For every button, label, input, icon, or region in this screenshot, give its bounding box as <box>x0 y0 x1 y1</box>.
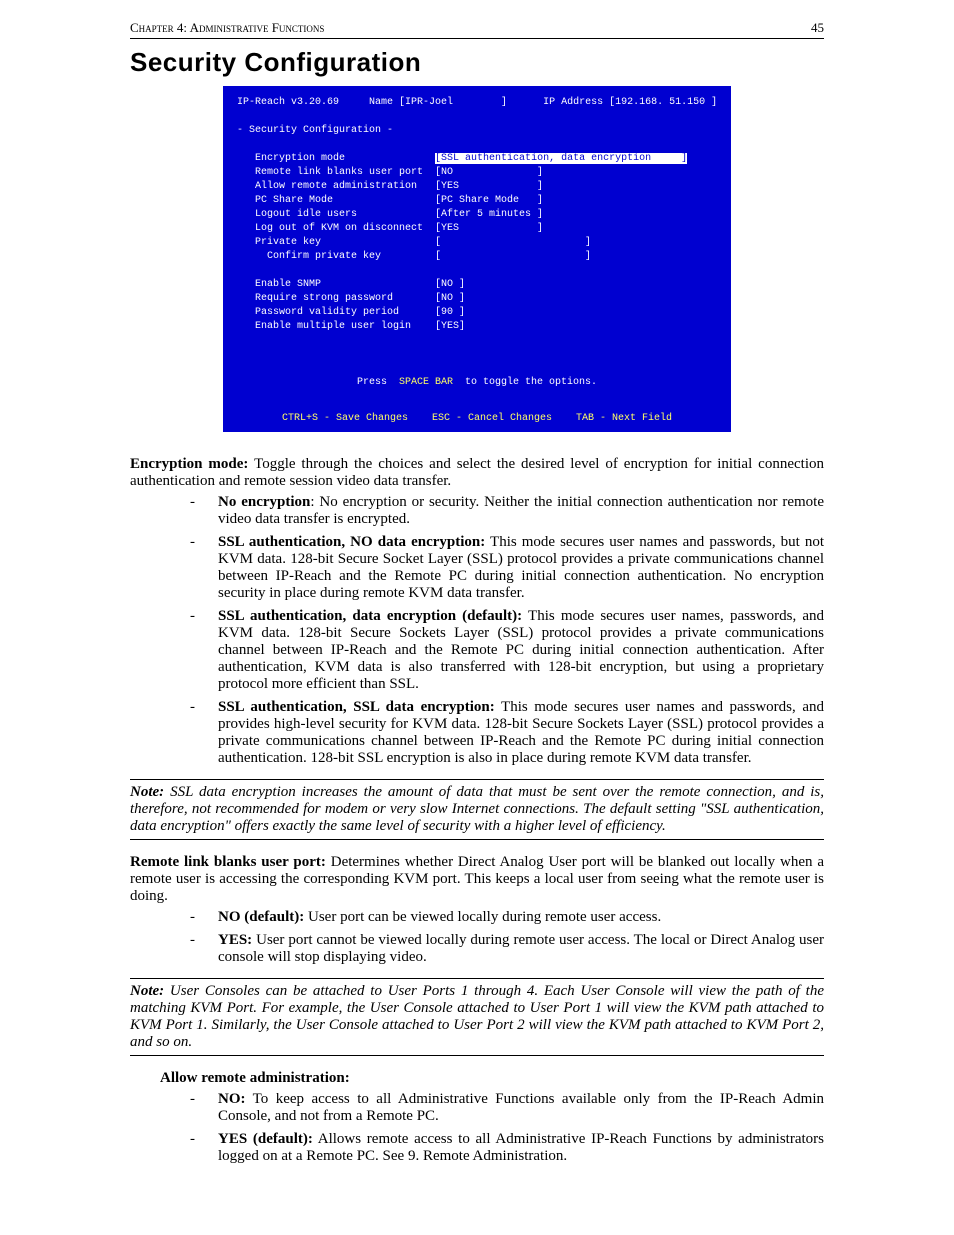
section-title: Security Configuration <box>130 47 824 78</box>
list-item: SSL authentication, NO data encryption: … <box>190 534 824 602</box>
encryption-mode-lead: Encryption mode: Toggle through the choi… <box>130 456 824 490</box>
encryption-mode-list: No encryption: No encryption or security… <box>130 494 824 767</box>
list-item: No encryption: No encryption or security… <box>190 494 824 528</box>
list-item-label: SSL authentication, data encryption (def… <box>218 608 522 624</box>
remote-link-label: Remote link blanks user port: <box>130 854 326 870</box>
note-text: SSL data encryption increases the amount… <box>130 784 824 834</box>
terminal-screenshot: IP-Reach v3.20.69 Name [IPR-Joel ] IP Ad… <box>223 86 731 432</box>
list-item-label: No encryption <box>218 494 310 510</box>
allow-remote-list: NO: To keep access to all Administrative… <box>130 1091 824 1165</box>
remote-link-list: NO (default): User port can be viewed lo… <box>130 909 824 966</box>
page-header: Chapter 4: Administrative Functions 45 <box>130 20 824 39</box>
list-item: YES: User port cannot be viewed locally … <box>190 932 824 966</box>
note-text: User Consoles can be attached to User Po… <box>130 983 824 1050</box>
note-label: Note: <box>130 784 164 800</box>
allow-remote-label: Allow remote administration: <box>160 1070 350 1086</box>
list-item-text: User port cannot be viewed locally durin… <box>218 932 824 965</box>
list-item: SSL authentication, data encryption (def… <box>190 608 824 693</box>
list-item-label: NO (default): <box>218 909 304 925</box>
list-item-text: To keep access to all Administrative Fun… <box>218 1091 824 1124</box>
list-item-label: YES (default): <box>218 1131 313 1147</box>
list-item-label: YES: <box>218 932 252 948</box>
remote-link-lead: Remote link blanks user port: Determines… <box>130 854 824 905</box>
note-label: Note: <box>130 983 164 999</box>
list-item-text: User port can be viewed locally during r… <box>304 909 661 925</box>
list-item: SSL authentication, SSL data encryption:… <box>190 699 824 767</box>
list-item: NO (default): User port can be viewed lo… <box>190 909 824 926</box>
list-item-label: SSL authentication, SSL data encryption: <box>218 699 495 715</box>
chapter-label: Chapter 4: Administrative Functions <box>130 20 324 36</box>
list-item-label: NO: <box>218 1091 246 1107</box>
page-number: 45 <box>811 20 824 36</box>
note-user-consoles: Note: User Consoles can be attached to U… <box>130 978 824 1056</box>
list-item-label: SSL authentication, NO data encryption: <box>218 534 485 550</box>
list-item: NO: To keep access to all Administrative… <box>190 1091 824 1125</box>
allow-remote-lead: Allow remote administration: <box>130 1070 824 1087</box>
encryption-mode-label: Encryption mode: <box>130 456 248 472</box>
note-ssl: Note: SSL data encryption increases the … <box>130 779 824 840</box>
list-item: YES (default): Allows remote access to a… <box>190 1131 824 1165</box>
